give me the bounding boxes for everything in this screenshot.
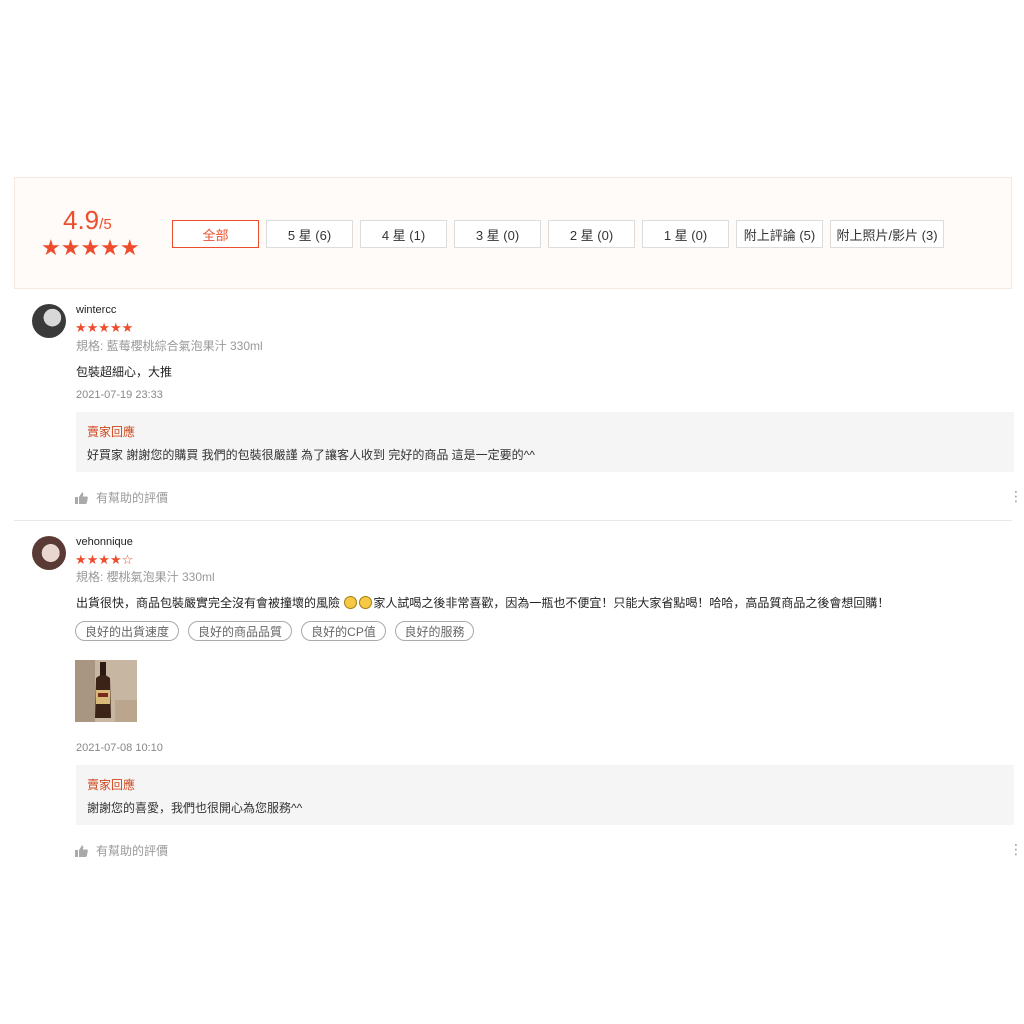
rating-score-max: /5 (99, 216, 112, 233)
filter-1-star-button[interactable]: 1 星 (0) (642, 220, 729, 248)
helpful-label: 有幫助的評價 (96, 844, 169, 858)
review-divider (14, 520, 1012, 521)
seller-reply: 賣家回應 謝謝您的喜愛，我們也很開心為您服務^^ (76, 765, 1014, 825)
helpful-label: 有幫助的評價 (96, 491, 169, 505)
review-comment-part1: 出貨很快，商品包裝嚴實完全沒有會被撞壞的風險 (76, 596, 344, 610)
review-variant: 規格: 藍莓櫻桃綜合氣泡果汁 330ml (76, 339, 263, 353)
filter-5-star-button[interactable]: 5 星 (6) (266, 220, 353, 248)
bottle-photo-icon (75, 660, 137, 722)
seller-reply-text: 謝謝您的喜愛，我們也很開心為您服務^^ (87, 801, 303, 815)
filter-with-comments-button[interactable]: 附上評論 (5) (736, 220, 823, 248)
avatar[interactable] (32, 536, 66, 570)
review-timestamp: 2021-07-08 10:10 (76, 742, 163, 754)
rating-stars: ★★★★★ (41, 235, 140, 260)
filter-4-star-button[interactable]: 4 星 (1) (360, 220, 447, 248)
seller-reply-title: 賣家回應 (87, 778, 136, 792)
thumbs-up-icon (75, 492, 88, 504)
rating-score-value: 4.9 (63, 205, 100, 235)
seller-reply-text: 好買家 謝謝您的購買 我們的包裝很嚴謹 為了讓客人收到 完好的商品 這是一定要的… (87, 448, 535, 462)
rating-summary: 4.9/5 ★★★★★ 全部 5 星 (6) 4 星 (1) 3 星 (0) 2… (14, 177, 1012, 289)
more-vertical-icon[interactable]: ⋮ (1009, 489, 1023, 503)
review-stars: ★★★★★ (75, 320, 134, 335)
review-tag: 良好的出貨速度 (75, 621, 179, 641)
avatar[interactable] (32, 304, 66, 338)
review-comment: 出貨很快，商品包裝嚴實完全沒有會被撞壞的風險 家人試喝之後非常喜歡，因為一瓶也不… (76, 594, 889, 611)
filter-2-star-button[interactable]: 2 星 (0) (548, 220, 635, 248)
seller-reply: 賣家回應 好買家 謝謝您的購買 我們的包裝很嚴謹 為了讓客人收到 完好的商品 這… (76, 412, 1014, 472)
laughing-emoji-icon (344, 596, 358, 609)
seller-reply-title: 賣家回應 (87, 425, 136, 439)
review-comment-part2: 家人試喝之後非常喜歡，因為一瓶也不便宜！只能大家省點喝！哈哈，高品質商品之後會想… (373, 596, 890, 610)
review-tag: 良好的CP值 (301, 621, 386, 641)
laughing-emoji-icon (359, 596, 373, 609)
helpful-button[interactable]: 有幫助的評價 (75, 489, 168, 506)
more-vertical-icon[interactable]: ⋮ (1009, 842, 1023, 856)
review-comment: 包裝超細心，大推 (76, 365, 173, 379)
review-username[interactable]: wintercc (76, 304, 116, 316)
helpful-button[interactable]: 有幫助的評價 (75, 842, 168, 859)
review-timestamp: 2021-07-19 23:33 (76, 389, 163, 401)
filter-3-star-button[interactable]: 3 星 (0) (454, 220, 541, 248)
filter-with-media-button[interactable]: 附上照片/影片 (3) (830, 220, 944, 248)
review-photo-thumbnail[interactable] (75, 660, 137, 722)
review-tag: 良好的商品品質 (188, 621, 292, 641)
review-tag: 良好的服務 (395, 621, 474, 641)
review-username[interactable]: vehonnique (76, 536, 133, 548)
review-stars: ★★★★☆ (75, 552, 134, 567)
thumbs-up-icon (75, 845, 88, 857)
rating-score: 4.9/5 (63, 205, 112, 236)
review-variant: 規格: 櫻桃氣泡果汁 330ml (76, 570, 215, 584)
filter-all-button[interactable]: 全部 (172, 220, 259, 248)
review-tags: 良好的出貨速度 良好的商品品質 良好的CP值 良好的服務 (0, 621, 1024, 643)
